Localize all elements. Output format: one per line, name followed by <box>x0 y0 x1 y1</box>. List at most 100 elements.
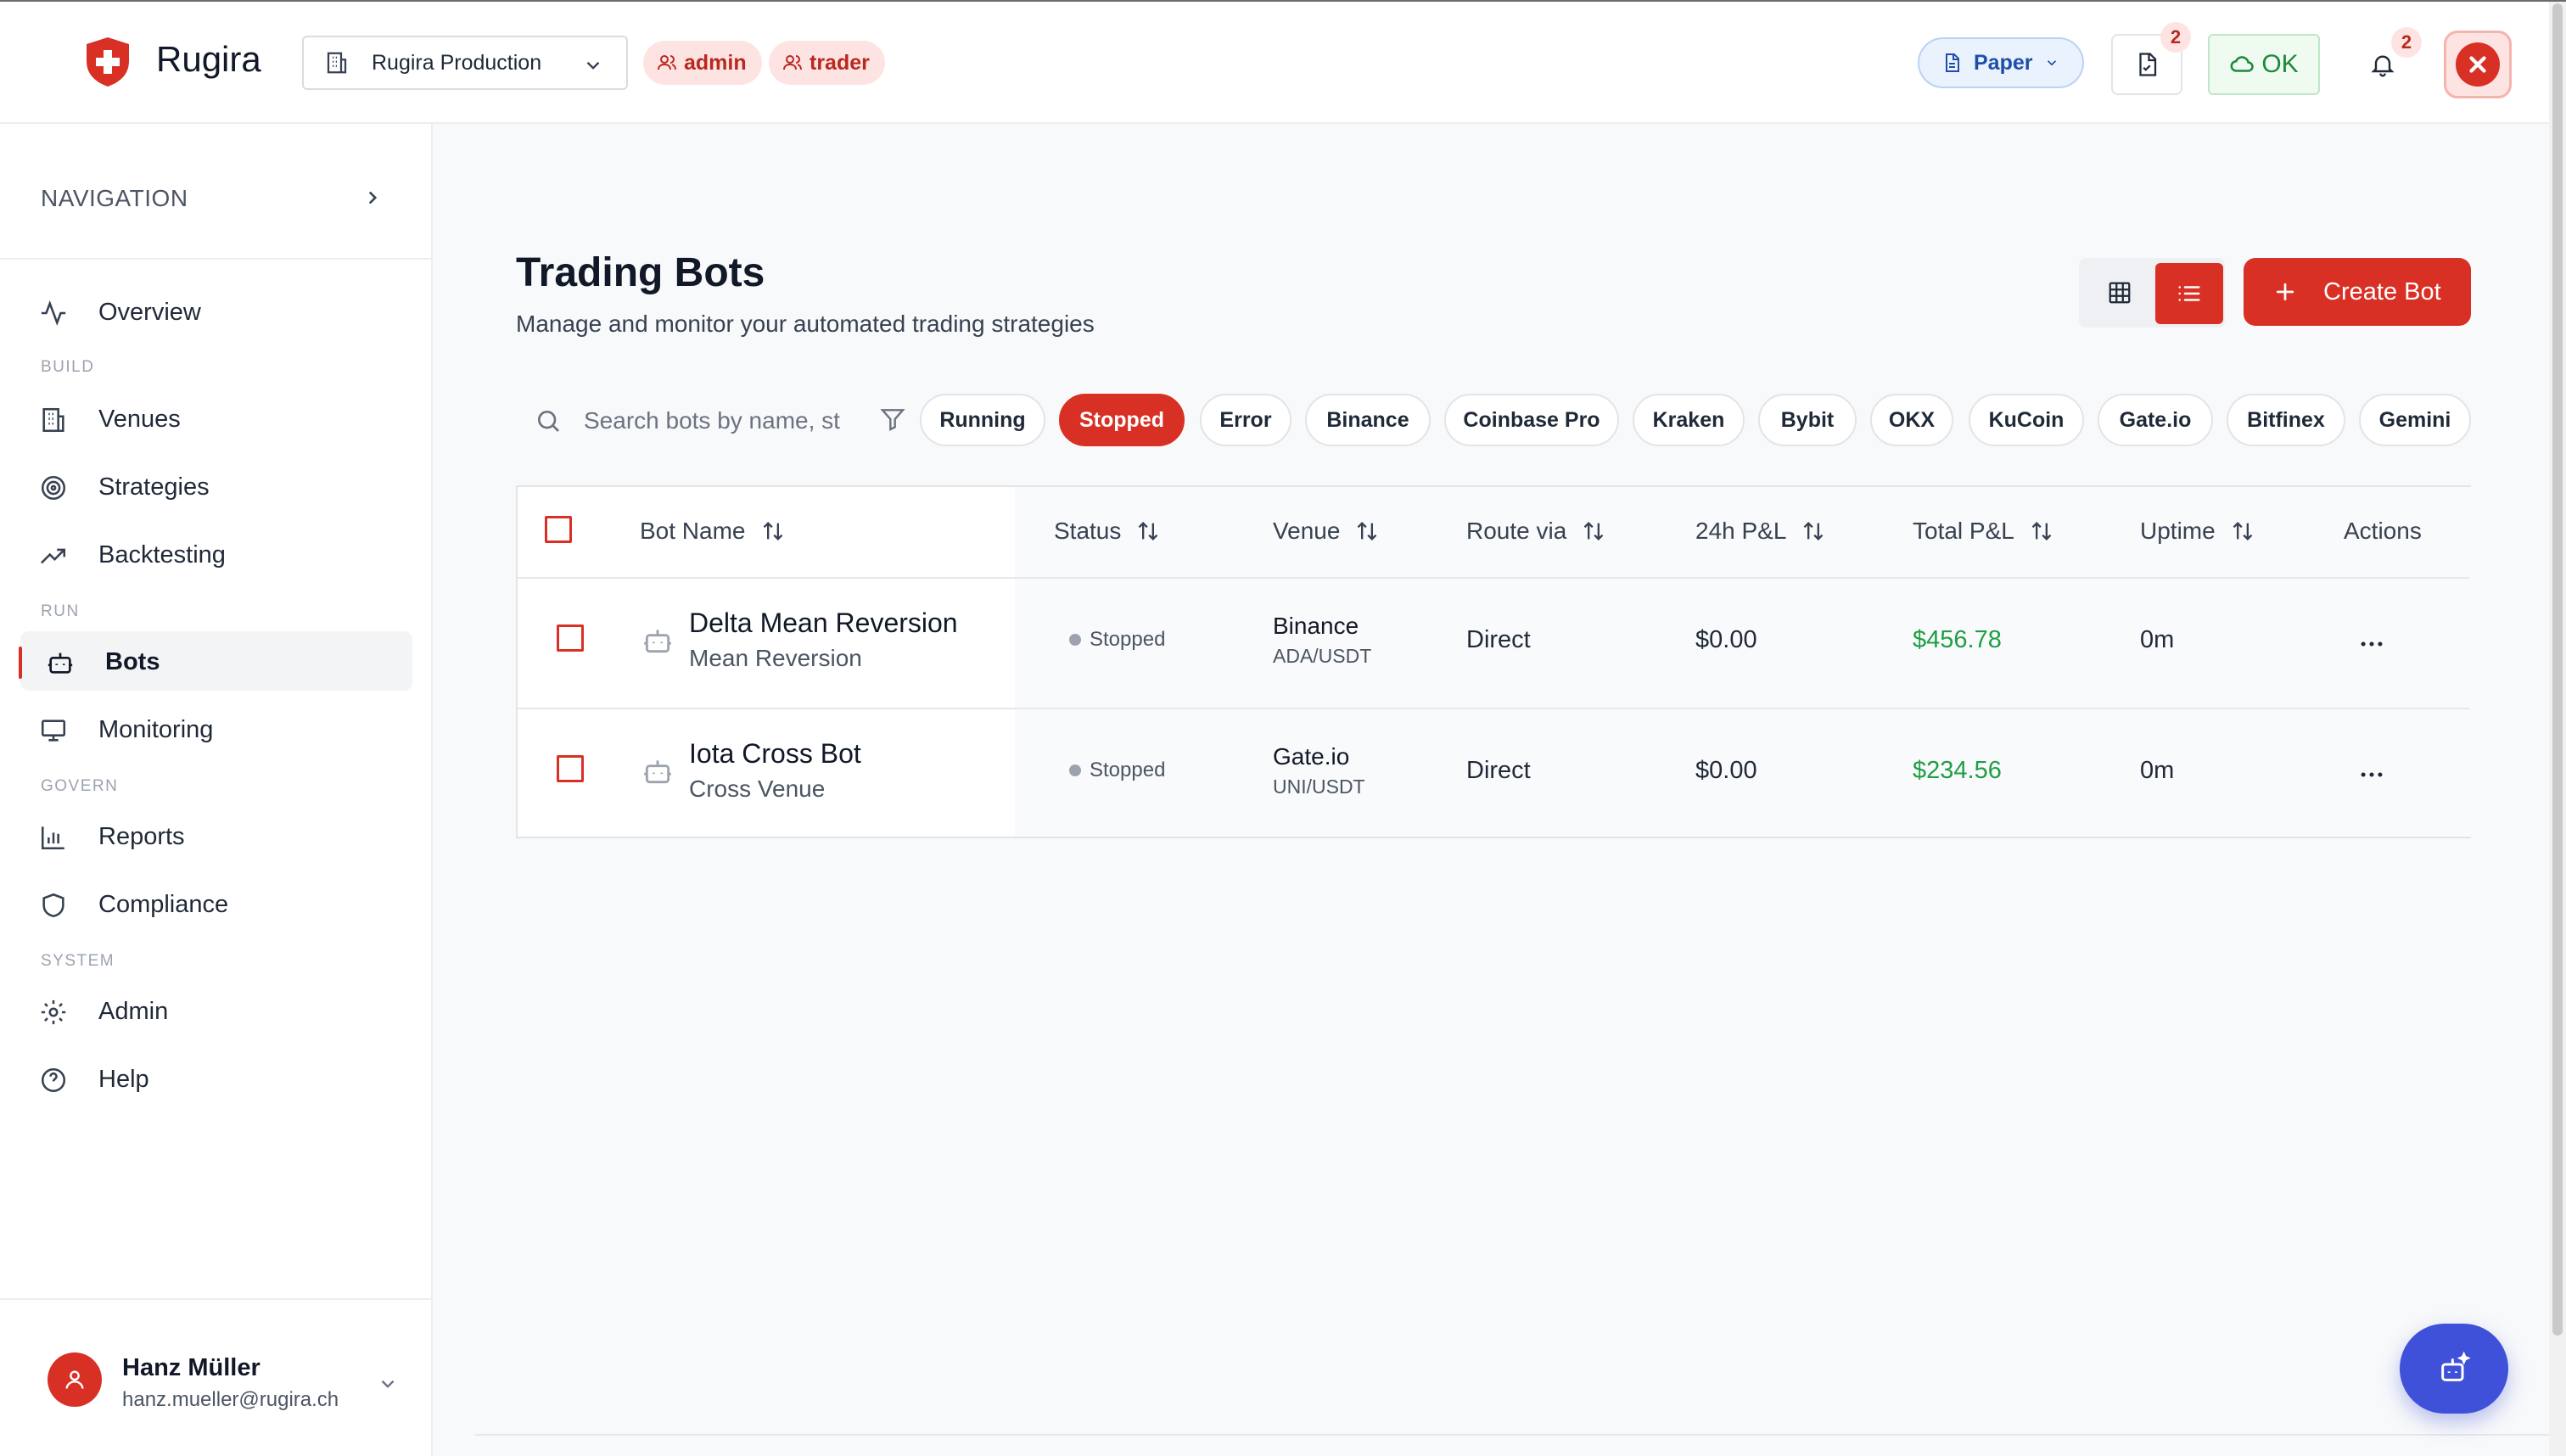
sort-icon <box>1583 522 1604 540</box>
trending-up-icon <box>40 548 66 564</box>
sidebar-item-compliance[interactable]: Compliance <box>20 874 412 933</box>
filter-chip-gateio[interactable]: Gate.io <box>2098 394 2213 446</box>
column-header-route[interactable]: Route via <box>1466 518 1605 545</box>
filter-chip-gemini[interactable]: Gemini <box>2359 394 2471 446</box>
trading-mode-select[interactable]: Paper <box>1918 37 2084 88</box>
scrollbar-thumb[interactable] <box>2552 3 2563 1336</box>
user-icon <box>65 1370 84 1389</box>
row-divider <box>518 708 2469 709</box>
status-label: Stopped <box>1090 628 1166 651</box>
assistant-fab-button[interactable] <box>2400 1324 2508 1414</box>
column-header-venue[interactable]: Venue <box>1273 518 1379 545</box>
filter-icon[interactable] <box>879 406 906 433</box>
filter-chip-bitfinex[interactable]: Bitfinex <box>2227 394 2345 446</box>
sidebar-item-help[interactable]: Help <box>20 1049 412 1108</box>
filter-chip-coinbase-pro[interactable]: Coinbase Pro <box>1444 394 1619 446</box>
list-icon <box>2178 286 2200 301</box>
shield-icon <box>42 893 64 918</box>
uptime-value: 0m <box>2140 757 2175 784</box>
navigation-header[interactable]: NAVIGATION <box>0 124 431 260</box>
more-actions-icon[interactable] <box>2357 760 2386 789</box>
sidebar-item-reports[interactable]: Reports <box>20 806 412 865</box>
filter-chip-kucoin[interactable]: KuCoin <box>1969 394 2084 446</box>
column-label: Actions <box>2344 518 2422 544</box>
column-header-total-pnl[interactable]: Total P&L <box>1913 518 2053 545</box>
trading-pair: ADA/USDT <box>1273 645 1372 667</box>
sidebar-item-strategies[interactable]: Strategies <box>20 456 412 516</box>
user-menu[interactable]: Hanz Müller hanz.mueller@rugira.ch <box>0 1298 431 1456</box>
venue-name: Binance <box>1273 613 1359 639</box>
brand-name: Rugira <box>156 39 261 79</box>
close-button[interactable] <box>2444 31 2512 98</box>
route-value: Direct <box>1466 626 1531 653</box>
row-checkbox[interactable] <box>557 755 584 782</box>
sidebar-item-venues[interactable]: Venues <box>20 389 412 448</box>
column-header-bot-name[interactable]: Bot Name <box>640 518 785 545</box>
document-icon <box>1946 53 1959 72</box>
filter-chip-stopped[interactable]: Stopped <box>1059 394 1185 446</box>
chevron-right-icon <box>368 191 378 204</box>
users-icon <box>783 55 802 70</box>
filter-chip-binance[interactable]: Binance <box>1305 394 1431 446</box>
sidebar-item-overview[interactable]: Overview <box>20 282 412 341</box>
column-label: Uptime <box>2140 518 2216 544</box>
page-subtitle: Manage and monitor your automated tradin… <box>516 311 1095 337</box>
bot-strategy: Mean Reversion <box>689 645 862 671</box>
sort-icon <box>1804 522 1824 540</box>
filter-chip-okx[interactable]: OKX <box>1870 394 1953 446</box>
create-bot-button[interactable]: Create Bot <box>2244 258 2471 326</box>
section-label-system: SYSTEM <box>41 952 115 970</box>
sidebar-item-bots[interactable]: Bots <box>20 631 412 691</box>
view-toggle <box>2079 258 2225 328</box>
bot-name[interactable]: Delta Mean Reversion <box>689 608 958 639</box>
grid-view-button[interactable] <box>2089 261 2150 324</box>
target-icon <box>41 475 66 501</box>
connection-status-button[interactable]: OK <box>2208 34 2320 95</box>
role-label: trader <box>810 50 870 75</box>
column-header-24h-pnl[interactable]: 24h P&L <box>1695 518 1825 545</box>
help-circle-icon <box>41 1067 66 1093</box>
venue-name: Gate.io <box>1273 743 1350 770</box>
filter-chip-kraken[interactable]: Kraken <box>1633 394 1745 446</box>
sidebar-item-admin[interactable]: Admin <box>20 981 412 1040</box>
sort-icon <box>2031 522 2052 540</box>
bots-table: Bot Name Status Venue Route via 24h P&L … <box>516 485 2471 838</box>
create-bot-label: Create Bot <box>2323 277 2441 305</box>
sidebar-item-label: Backtesting <box>98 541 226 568</box>
column-label: Route via <box>1466 518 1567 544</box>
header-divider <box>518 577 2469 579</box>
pnl-total-value: $456.78 <box>1913 626 2002 653</box>
column-header-uptime[interactable]: Uptime <box>2140 518 2255 545</box>
search-input[interactable] <box>584 407 855 434</box>
row-checkbox[interactable] <box>557 624 584 652</box>
bot-name[interactable]: Iota Cross Bot <box>689 738 861 770</box>
organization-select[interactable]: Rugira Production <box>302 36 628 90</box>
filter-chip-bybit[interactable]: Bybit <box>1758 394 1857 446</box>
status-badge: Stopped <box>1069 628 1165 652</box>
list-view-button[interactable] <box>2155 263 2223 324</box>
more-actions-icon[interactable] <box>2357 630 2386 658</box>
section-label-build: BUILD <box>41 358 95 376</box>
select-all-checkbox[interactable] <box>545 516 572 543</box>
uptime-value: 0m <box>2140 626 2175 653</box>
filter-chip-running[interactable]: Running <box>920 394 1045 446</box>
trading-mode-label: Paper <box>1974 50 2033 75</box>
column-header-status[interactable]: Status <box>1054 518 1160 545</box>
sidebar-item-backtesting[interactable]: Backtesting <box>20 524 412 584</box>
documents-count-badge: 2 <box>2160 22 2191 53</box>
grid-icon <box>2109 282 2131 304</box>
sidebar-item-label: Reports <box>98 823 185 850</box>
sidebar-item-monitoring[interactable]: Monitoring <box>20 699 412 759</box>
file-check-icon <box>2139 53 2157 76</box>
chevron-down-icon <box>381 1380 395 1388</box>
route-value: Direct <box>1466 757 1531 784</box>
section-label-run: RUN <box>41 602 80 620</box>
column-label: Venue <box>1273 518 1341 544</box>
column-label: Total P&L <box>1913 518 2014 544</box>
search-icon <box>538 411 559 432</box>
filter-chip-error[interactable]: Error <box>1200 394 1291 446</box>
pnl-24h-value: $0.00 <box>1695 757 1757 784</box>
trading-pair: UNI/USDT <box>1273 776 1365 798</box>
status-dot <box>1069 634 1081 646</box>
sidebar-item-label: Venues <box>98 406 181 433</box>
